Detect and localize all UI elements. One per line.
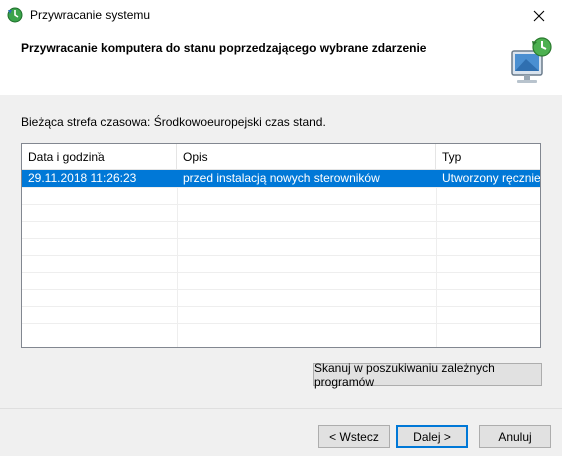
grid-line	[22, 187, 540, 188]
page-title: Przywracanie komputera do stanu poprzedz…	[21, 41, 427, 55]
back-button[interactable]: < Wstecz	[318, 425, 390, 448]
grid-line	[22, 289, 540, 290]
scan-affected-programs-button[interactable]: Skanuj w poszukiwaniu zależnych programó…	[313, 361, 542, 389]
table-row[interactable]: 29.11.2018 11:26:23 przed instalacją now…	[22, 170, 540, 187]
window-title: Przywracanie systemu	[30, 8, 151, 22]
row-type: Utworzony ręcznie	[442, 171, 541, 185]
wizard-header: Przywracanie komputera do stanu poprzedz…	[0, 31, 562, 95]
cancel-button[interactable]: Anuluj	[479, 425, 551, 448]
row-date: 29.11.2018 11:26:23	[28, 171, 137, 185]
next-button[interactable]: Dalej >	[396, 425, 468, 448]
timezone-label: Bieżąca strefa czasowa: Środkowoeuropejs…	[21, 115, 326, 129]
column-header-date[interactable]: ⌄ Data i godzina	[22, 144, 177, 170]
grid-line	[436, 170, 437, 347]
grid-line	[22, 238, 540, 239]
column-header-type[interactable]: Typ	[436, 144, 540, 170]
close-icon	[533, 10, 545, 21]
grid-line	[22, 221, 540, 222]
title-bar: Przywracanie systemu	[0, 0, 562, 31]
restore-points-list[interactable]: ⌄ Data i godzina Opis Typ 29.11.2018 11:…	[21, 143, 541, 348]
grid-line	[22, 272, 540, 273]
column-header-date-label: Data i godzina	[28, 150, 105, 164]
system-restore-icon	[6, 6, 24, 24]
grid-line	[22, 323, 540, 324]
grid-line	[22, 204, 540, 205]
grid-line	[177, 170, 178, 347]
close-button[interactable]	[516, 0, 562, 31]
divider	[0, 408, 562, 409]
column-header-type-label: Typ	[442, 150, 462, 164]
sort-arrow-icon: ⌄	[96, 147, 103, 156]
column-header-description-label: Opis	[183, 150, 208, 164]
column-header-description[interactable]: Opis	[177, 144, 436, 170]
row-description: przed instalacją nowych sterowników	[183, 171, 380, 185]
grid-line	[22, 306, 540, 307]
restore-computer-icon	[502, 33, 558, 89]
list-header: ⌄ Data i godzina Opis Typ	[22, 144, 540, 170]
grid-line	[22, 255, 540, 256]
